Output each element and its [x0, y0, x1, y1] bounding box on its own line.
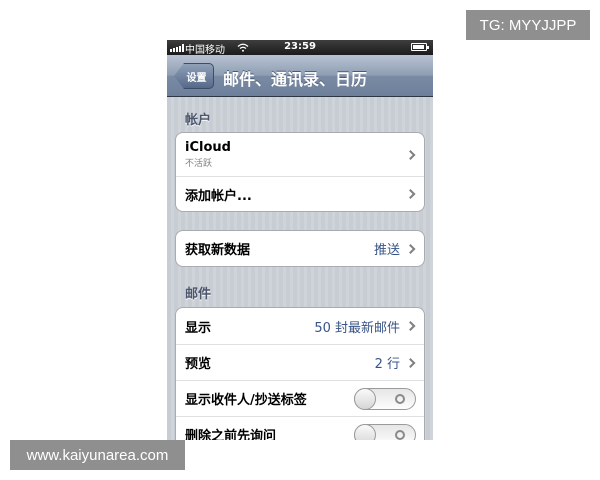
- show-messages-row[interactable]: 显示 50 封最新邮件: [176, 308, 424, 344]
- toggle-knob: [354, 423, 376, 440]
- chevron-right-icon: [405, 149, 416, 160]
- chevron-right-icon: [405, 189, 416, 199]
- icloud-status: 不活跃: [185, 159, 213, 169]
- show-to-cc-row: 显示收件人/抄送标签: [176, 380, 424, 416]
- show-value: 50 封最新邮件: [314, 320, 400, 336]
- chevron-right-icon: [405, 243, 416, 254]
- icloud-label: iCloud: [185, 140, 231, 155]
- fetch-new-data-value: 推送: [373, 243, 400, 258]
- status-bar: 中国移动 23:59: [167, 40, 433, 56]
- fetch-new-data-label: 获取新数据: [185, 243, 251, 258]
- accounts-section-header: 帐户: [185, 113, 212, 128]
- add-account-row[interactable]: 添加帐户...: [176, 176, 424, 211]
- battery-icon: [411, 43, 429, 51]
- mail-group: 显示 50 封最新邮件 预览 2 行 显示收件人/抄送标签 删除之前先询问: [175, 307, 425, 440]
- preview-label: 预览: [185, 357, 212, 372]
- fetch-group: 获取新数据 推送: [175, 230, 425, 267]
- ask-before-delete-toggle[interactable]: [354, 423, 416, 440]
- phone-screen: 中国移动 23:59 设置 邮件、通讯录、日历 帐户 iCloud 不活跃 添加…: [167, 40, 433, 440]
- chevron-right-icon: [405, 357, 416, 368]
- url-watermark-badge: www.kaiyunarea.com: [10, 440, 185, 470]
- show-label: 显示: [185, 320, 212, 336]
- preview-row[interactable]: 预览 2 行: [176, 344, 424, 380]
- toggle-off-icon: [395, 393, 405, 404]
- accounts-group: iCloud 不活跃 添加帐户...: [175, 132, 425, 212]
- chevron-right-icon: [405, 321, 416, 331]
- show-to-cc-toggle[interactable]: [354, 387, 416, 410]
- settings-back-button[interactable]: 设置: [174, 63, 214, 89]
- show-to-cc-label: 显示收件人/抄送标签: [185, 393, 307, 408]
- toggle-off-icon: [395, 429, 405, 440]
- mail-section-header: 邮件: [185, 287, 212, 302]
- preview-value: 2 行: [374, 357, 400, 372]
- add-account-label: 添加帐户...: [185, 188, 252, 204]
- page-title: 邮件、通讯录、日历: [223, 70, 368, 89]
- ask-before-delete-row: 删除之前先询问: [176, 416, 424, 440]
- navigation-bar: 设置 邮件、通讯录、日历: [167, 55, 433, 97]
- status-time: 23:59: [284, 41, 316, 52]
- tg-watermark-badge: TG: MYYJJPP: [466, 10, 590, 40]
- icloud-account-row[interactable]: iCloud 不活跃: [176, 133, 424, 176]
- ask-before-delete-label: 删除之前先询问: [185, 429, 277, 440]
- fetch-new-data-row[interactable]: 获取新数据 推送: [176, 231, 424, 266]
- toggle-knob: [354, 387, 376, 410]
